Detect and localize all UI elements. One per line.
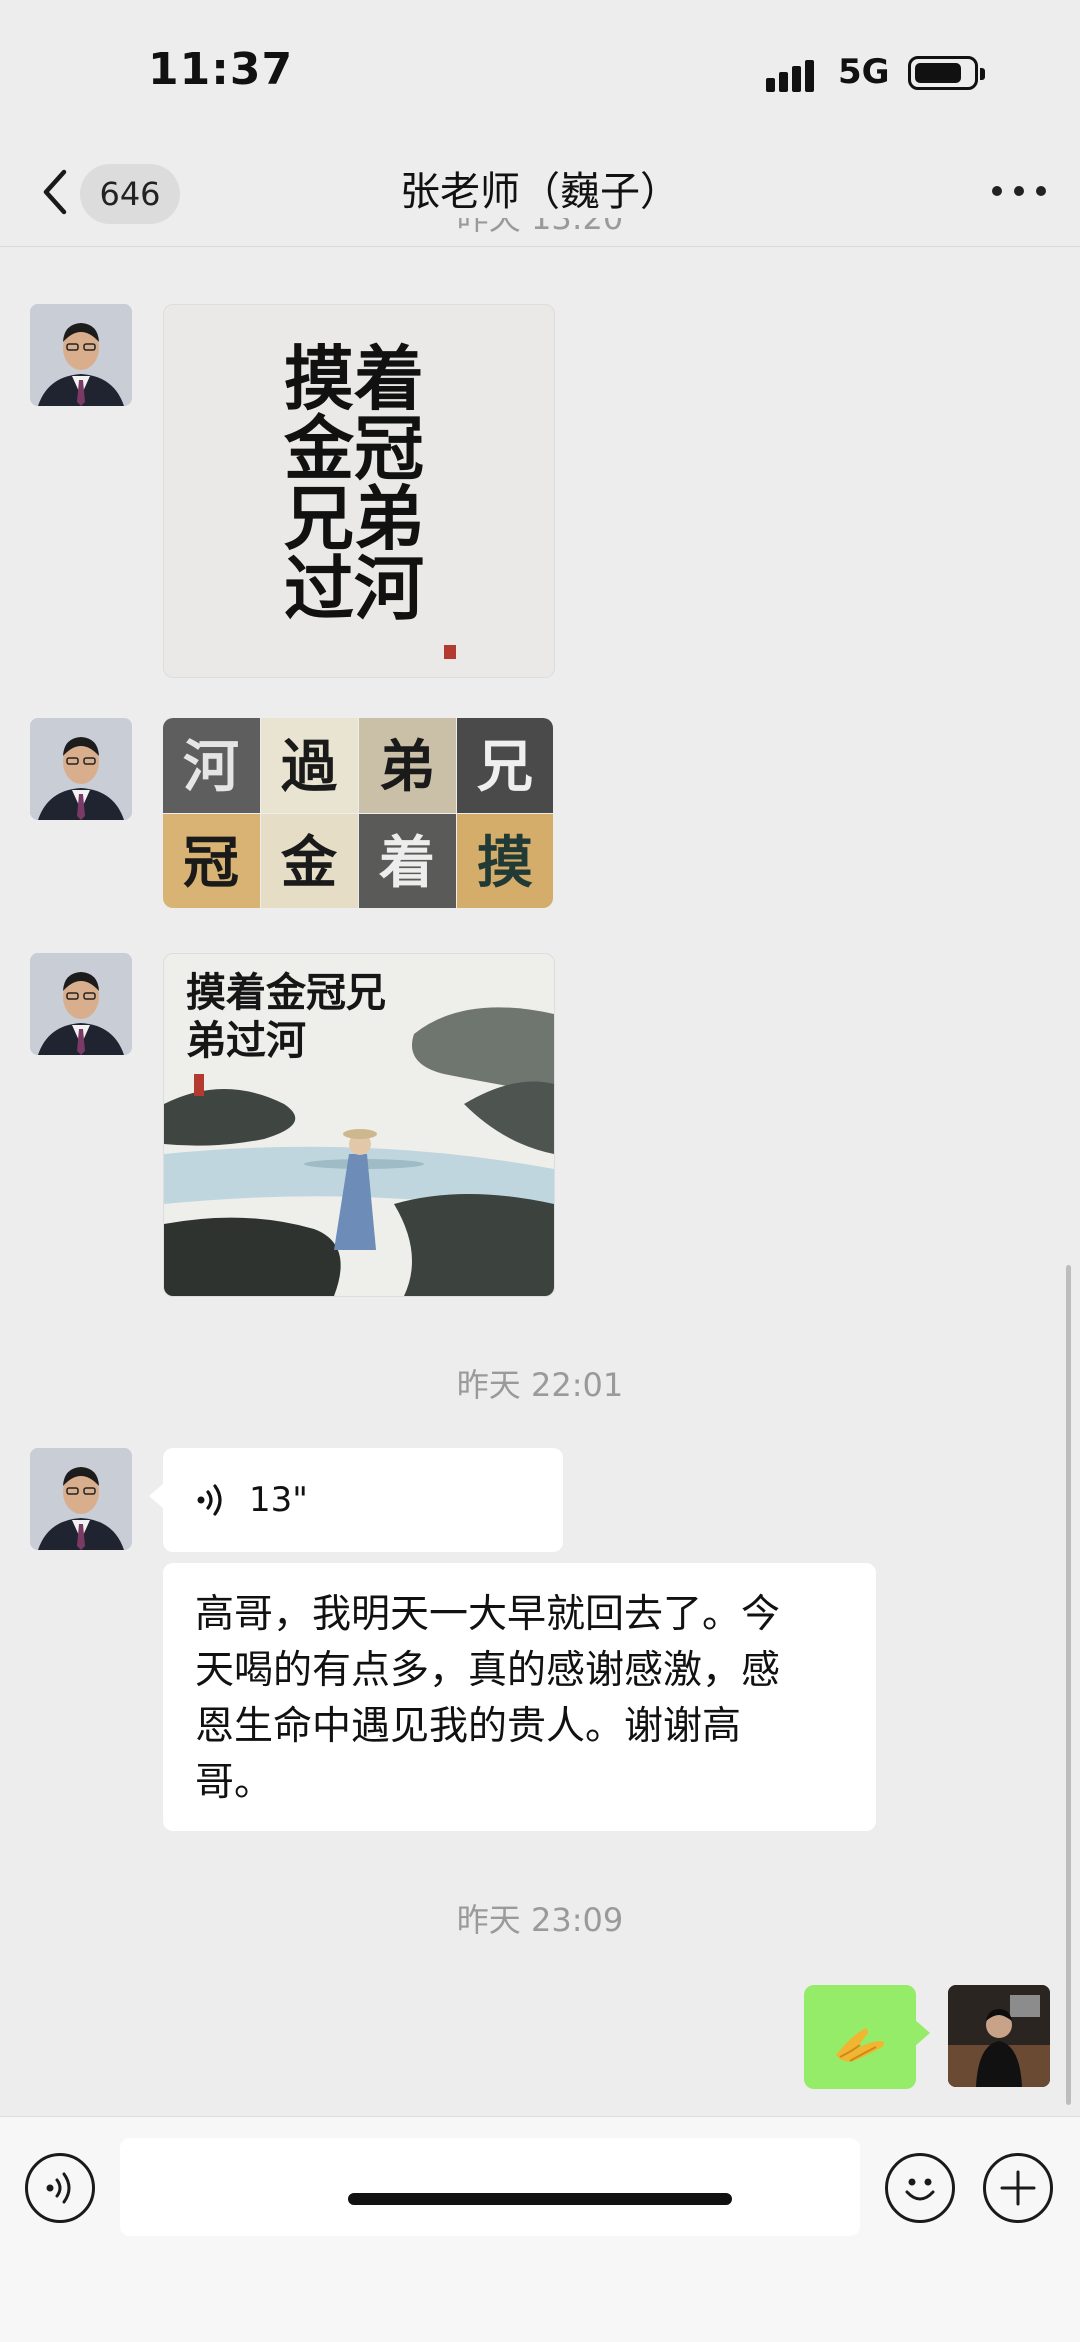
tile-char: 弟 — [379, 734, 435, 800]
tile-char: 兄 — [477, 734, 533, 800]
sent-message[interactable] — [804, 1985, 930, 2089]
avatar[interactable] — [30, 1448, 132, 1550]
avatar[interactable] — [30, 718, 132, 820]
plus-button[interactable] — [983, 2153, 1053, 2223]
tile-char: 摸 — [477, 830, 533, 896]
tile-char: 河 — [183, 734, 239, 800]
voice-duration: 13" — [249, 1480, 308, 1520]
network-type: 5G — [838, 52, 890, 92]
tile-char: 金 — [280, 830, 338, 896]
voice-input-button[interactable] — [25, 2153, 95, 2223]
seal-stamp — [444, 645, 456, 659]
timestamp: 昨天 22:01 — [456, 1366, 624, 1404]
chat-title: 张老师（巍子） — [400, 169, 680, 215]
battery-icon — [908, 56, 985, 90]
plus-icon — [1000, 2170, 1036, 2206]
painting-caption: 摸着金冠兄 — [186, 969, 386, 1016]
my-avatar[interactable] — [948, 1985, 1050, 2087]
voice-icon — [46, 2172, 71, 2204]
timestamp: 昨天 23:09 — [456, 1901, 624, 1939]
seal-stamp — [194, 1074, 204, 1096]
message-line: 天喝的有点多，真的感谢感激，感 — [195, 1648, 781, 1693]
home-indicator[interactable] — [348, 2193, 732, 2205]
signal-icon — [766, 56, 824, 92]
tile-char: 着 — [379, 830, 435, 896]
tile-char: 冠 — [183, 830, 239, 896]
voice-wave-icon — [197, 1484, 222, 1516]
voice-message[interactable]: 13" — [149, 1448, 563, 1552]
image-message-calligraphy[interactable]: 摸着 金冠 兄弟 过河 — [163, 304, 555, 678]
message-line: 哥。 — [195, 1760, 274, 1805]
painting-caption: 弟过河 — [186, 1017, 306, 1064]
input-bar — [0, 2116, 1080, 2342]
more-button[interactable] — [992, 180, 1048, 200]
text-message[interactable]: 高哥，我明天一大早就回去了。今 天喝的有点多，真的感谢感激，感 恩生命中遇见我的… — [163, 1563, 876, 1831]
message-input[interactable] — [120, 2138, 860, 2236]
avatar[interactable] — [30, 304, 132, 406]
timestamp-partial: 昨天 13:20 — [456, 218, 624, 237]
image-message-tiles[interactable]: 河 過 弟 兄 冠 金 着 摸 — [163, 718, 553, 908]
status-time: 11:37 — [148, 44, 294, 95]
avatar[interactable] — [30, 953, 132, 1055]
status-bar: 11:37 5G — [0, 0, 1080, 140]
message-line: 高哥，我明天一大早就回去了。今 — [195, 1592, 781, 1637]
emoji-button[interactable] — [885, 2153, 955, 2223]
folded-hands-icon — [836, 2028, 884, 2062]
image-message-painting[interactable]: 摸着金冠兄 弟过河 — [163, 953, 555, 1297]
scrollbar[interactable] — [1066, 1265, 1071, 2105]
calligraphy-char: 过河 — [284, 547, 424, 630]
message-line: 恩生命中遇见我的贵人。谢谢高 — [195, 1704, 742, 1749]
smiley-icon — [905, 2178, 935, 2201]
tile-char: 過 — [281, 734, 338, 800]
